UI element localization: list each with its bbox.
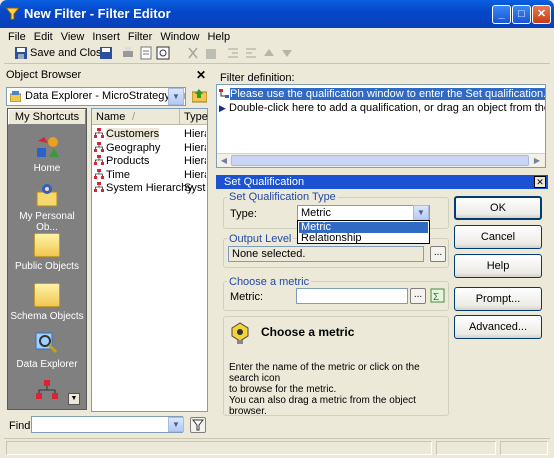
help-text: Enter the name of the metric or click on… xyxy=(229,362,420,417)
save-and-close-button[interactable]: Save and Close xyxy=(30,47,108,59)
object-list: Name / Type Customers Hiera Geography Hi… xyxy=(91,108,208,412)
scroll-thumb[interactable] xyxy=(231,155,529,166)
filter-definition-line[interactable]: Please use the qualification window to e… xyxy=(219,88,545,101)
location-value: Data Explorer - MicroStrategy Tutoria xyxy=(25,90,185,102)
move-up-icon[interactable] xyxy=(262,46,276,60)
scroll-right-icon[interactable]: ▶ xyxy=(530,154,544,167)
type-options-list: Metric Relationship xyxy=(297,220,430,244)
list-item[interactable]: Time Hiera xyxy=(94,169,207,182)
list-item[interactable]: System Hierarchy Syste xyxy=(94,182,207,195)
column-type[interactable]: Type xyxy=(180,109,208,125)
shortcuts-more-button[interactable]: ▼ xyxy=(68,393,80,405)
shortcut-data-explorer[interactable]: Data Explorer xyxy=(8,331,86,370)
sort-arrow-icon: / xyxy=(132,111,136,123)
sql-view-icon[interactable] xyxy=(139,46,153,60)
list-item[interactable]: Customers Hiera xyxy=(94,128,207,141)
close-window-button[interactable]: ✕ xyxy=(532,5,551,24)
output-level-group-label: Output Level xyxy=(227,233,294,245)
shortcut-schema-objects[interactable]: Schema Objects xyxy=(8,283,86,322)
metric-input[interactable] xyxy=(296,288,408,304)
data-explorer-icon xyxy=(34,331,60,355)
metric-search-icon[interactable]: Σ xyxy=(430,287,446,304)
toolbar: Save and Close xyxy=(4,44,550,64)
metric-browse-button[interactable]: ... xyxy=(410,288,426,304)
shortcuts-bar: My Shortcuts Home My Personal Ob... Publ… xyxy=(7,108,87,410)
output-level-field: None selected. xyxy=(228,246,424,262)
set-qualification-icon xyxy=(219,88,230,99)
save-close-icon[interactable] xyxy=(14,46,28,60)
choose-metric-group-label: Choose a metric xyxy=(227,276,312,288)
window-title: New Filter - Filter Editor xyxy=(24,6,171,21)
filter-definition-label: Filter definition: xyxy=(220,72,295,84)
help-button[interactable]: Help xyxy=(454,254,542,278)
indent-right-icon[interactable] xyxy=(244,46,258,60)
advanced-button[interactable]: Advanced... xyxy=(454,315,542,339)
arrow-bullet-icon: ▶ xyxy=(219,103,226,113)
add-qualification-line[interactable]: ▶ Double-click here to add a qualificatio… xyxy=(219,102,545,115)
hierarchy-icon xyxy=(94,169,104,179)
minimize-button[interactable]: _ xyxy=(492,5,511,24)
title-bar: New Filter - Filter Editor _ □ ✕ xyxy=(0,0,554,28)
help-title: Choose a metric xyxy=(261,325,355,339)
home-icon xyxy=(34,135,60,159)
app-filter-icon xyxy=(4,7,21,21)
type-option-relationship[interactable]: Relationship xyxy=(299,233,428,244)
set-qualification-title: Set Qualification xyxy=(224,176,305,188)
list-item[interactable]: Geography Hiera xyxy=(94,142,207,155)
qualification-type-group-label: Set Qualification Type xyxy=(227,191,338,203)
horizontal-scrollbar[interactable]: ◀ ▶ xyxy=(217,153,545,167)
type-dropdown-button[interactable]: ▼ xyxy=(413,205,429,221)
status-cell-tertiary xyxy=(500,441,548,455)
hierarchy-icon xyxy=(94,155,104,165)
list-item[interactable]: Products Hiera xyxy=(94,155,207,168)
set-qualification-close-icon[interactable]: ✕ xyxy=(534,176,546,188)
schema-folder-icon xyxy=(34,283,60,307)
indent-left-icon[interactable] xyxy=(226,46,240,60)
svg-text:Σ: Σ xyxy=(433,292,439,303)
type-select[interactable]: Metric xyxy=(297,205,430,221)
location-dropdown-button[interactable]: ▼ xyxy=(168,88,184,105)
object-browser-title: Object Browser xyxy=(6,69,82,81)
personal-objects-icon xyxy=(34,183,60,207)
type-label: Type: xyxy=(230,208,257,220)
cut-icon[interactable] xyxy=(186,46,200,60)
maximize-button[interactable]: □ xyxy=(512,5,531,24)
output-level-browse-button[interactable]: ... xyxy=(430,246,446,262)
paste-icon[interactable] xyxy=(204,46,218,60)
column-name[interactable]: Name / xyxy=(92,109,180,125)
shortcut-public-objects[interactable]: Public Objects xyxy=(8,233,86,272)
filter-funnel-icon[interactable] xyxy=(190,417,206,433)
prompt-button[interactable]: Prompt... xyxy=(454,287,542,311)
shortcut-home[interactable]: Home xyxy=(8,135,86,174)
list-header: Name / Type xyxy=(92,109,208,125)
set-qualification-title-bar: Set Qualification ✕ xyxy=(216,175,548,189)
ok-button[interactable]: OK xyxy=(454,196,542,220)
hierarchy-shortcut-icon[interactable] xyxy=(34,379,60,403)
project-icon xyxy=(9,91,22,103)
public-folder-icon xyxy=(34,233,60,257)
find-label: Find: xyxy=(9,420,34,432)
bulb-icon xyxy=(229,322,251,346)
find-dropdown-button[interactable]: ▼ xyxy=(168,417,184,432)
shortcut-my-personal-objects[interactable]: My Personal Ob... xyxy=(8,183,86,233)
hierarchy-icon xyxy=(94,128,104,138)
status-cell-main xyxy=(6,441,432,455)
print-icon[interactable] xyxy=(121,46,135,60)
find-input[interactable] xyxy=(31,416,183,433)
location-select[interactable]: Data Explorer - MicroStrategy Tutoria xyxy=(6,87,186,106)
hierarchy-icon xyxy=(94,142,104,152)
find-icon[interactable] xyxy=(156,46,170,60)
filter-definition-pane[interactable]: Please use the qualification window to e… xyxy=(216,84,546,168)
metric-label: Metric: xyxy=(230,291,263,303)
object-browser-close-icon[interactable]: ✕ xyxy=(196,68,206,82)
hierarchy-icon xyxy=(94,182,104,192)
move-down-icon[interactable] xyxy=(280,46,294,60)
cancel-button[interactable]: Cancel xyxy=(454,225,542,249)
go-up-icon[interactable] xyxy=(191,88,208,103)
status-bar xyxy=(4,438,550,456)
save-icon[interactable] xyxy=(99,46,113,60)
scroll-left-icon[interactable]: ◀ xyxy=(217,154,231,167)
shortcuts-header: My Shortcuts xyxy=(8,109,86,125)
status-cell-secondary xyxy=(436,441,496,455)
